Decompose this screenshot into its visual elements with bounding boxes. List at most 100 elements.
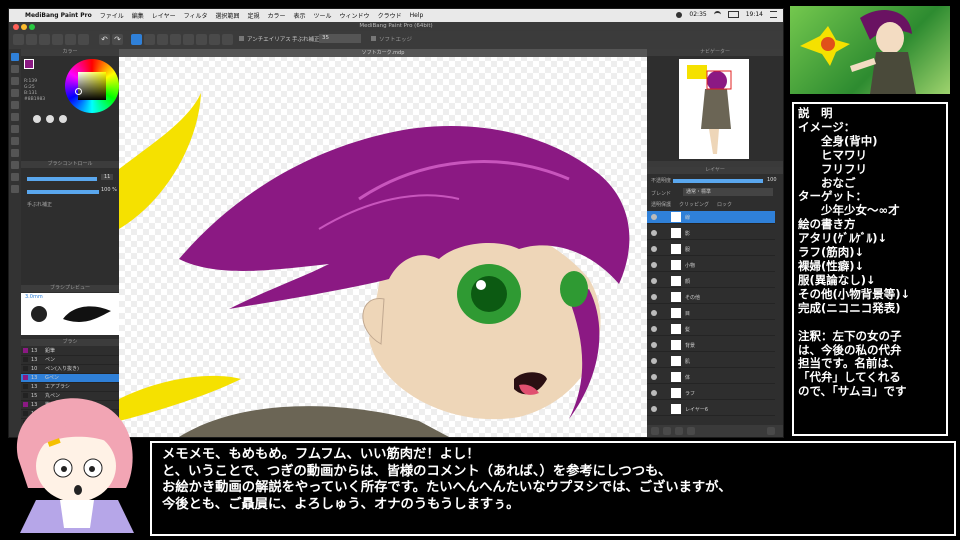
clipping-checkbox[interactable]: クリッピング [679, 201, 709, 208]
eye-icon[interactable] [651, 374, 657, 380]
layer-row[interactable]: 小物 [647, 259, 775, 272]
eye-icon[interactable] [651, 326, 657, 332]
eye-icon[interactable] [651, 390, 657, 396]
menu-edit[interactable]: 編集 [132, 11, 144, 20]
new-file-icon[interactable] [13, 34, 24, 45]
zoom-tool-icon[interactable] [11, 185, 19, 193]
invert-selection-icon[interactable] [157, 34, 168, 45]
layer-row[interactable]: 髪 [647, 323, 775, 336]
brush-size-value[interactable]: 11 [101, 174, 114, 180]
navigator-thumbnail[interactable] [679, 59, 749, 159]
menu-layer[interactable]: レイヤー [152, 11, 176, 20]
layer-opacity-slider[interactable] [673, 179, 763, 183]
eye-icon[interactable] [651, 358, 657, 364]
menu-color[interactable]: カラー [268, 11, 286, 20]
soft-edge-checkbox[interactable] [371, 36, 376, 41]
gradient-tool-icon[interactable] [11, 113, 19, 121]
hue-marker[interactable] [75, 88, 82, 95]
lock-checkbox[interactable]: ロック [717, 201, 732, 208]
brush-list-item[interactable]: 13 鉛筆 [21, 347, 119, 356]
color-history-icon[interactable] [59, 115, 67, 123]
eye-icon[interactable] [651, 278, 657, 284]
cloud-icon[interactable] [52, 34, 63, 45]
layer-row[interactable]: 目 [647, 307, 775, 320]
menu-app[interactable]: MediBang Paint Pro [25, 12, 92, 19]
layer-row[interactable]: 服 [647, 243, 775, 256]
trash-icon[interactable] [767, 427, 775, 435]
wifi-icon[interactable] [713, 11, 721, 18]
select-tool-icon[interactable] [131, 34, 142, 45]
battery-icon[interactable] [727, 11, 739, 18]
add-layer-icon[interactable] [651, 427, 659, 435]
transform-icon[interactable] [183, 34, 194, 45]
eye-icon[interactable] [651, 310, 657, 316]
add-folder-icon[interactable] [663, 427, 671, 435]
eye-icon[interactable] [651, 262, 657, 268]
brush-size-slider[interactable] [27, 177, 97, 181]
gear-icon[interactable] [209, 34, 220, 45]
duplicate-layer-icon[interactable] [675, 427, 683, 435]
layer-row[interactable]: レイヤー6 [647, 403, 775, 416]
color-palette-icon[interactable] [46, 115, 54, 123]
redo-icon[interactable]: ↷ [112, 34, 123, 45]
brush-list-item[interactable]: 13 Gペン [21, 374, 119, 383]
close-window-button[interactable] [13, 23, 19, 30]
layer-row[interactable]: その他 [647, 291, 775, 304]
menu-view[interactable]: 表示 [294, 11, 306, 20]
primary-color-swatch[interactable] [24, 59, 34, 69]
protect-alpha-checkbox[interactable]: 透明保護 [651, 201, 671, 208]
layer-row[interactable]: 顔 [647, 275, 775, 288]
menu-cloud[interactable]: クラウド [378, 11, 402, 20]
opacity-slider[interactable] [27, 190, 99, 194]
merge-layer-icon[interactable] [687, 427, 695, 435]
menu-filter[interactable]: フィルタ [184, 11, 208, 20]
eye-icon[interactable] [651, 246, 657, 252]
layer-row[interactable]: 体 [647, 371, 775, 384]
brush-list-item[interactable]: 10 ペン(入り抜き) [21, 365, 119, 374]
layer-row[interactable]: ラフ [647, 387, 775, 400]
deselect-icon[interactable] [144, 34, 155, 45]
status-icon[interactable] [676, 11, 683, 18]
eye-icon[interactable] [651, 294, 657, 300]
zoom-window-button[interactable] [29, 23, 35, 30]
menu-tool[interactable]: ツール [314, 11, 332, 20]
menu-help[interactable]: Help [410, 12, 424, 19]
snap-icon[interactable] [196, 34, 207, 45]
menu-window[interactable]: ウィンドウ [340, 11, 370, 20]
layer-row[interactable]: 背景 [647, 339, 775, 352]
dot-tool-icon[interactable] [11, 77, 19, 85]
grid-icon[interactable] [170, 34, 181, 45]
drawing-canvas[interactable] [119, 49, 647, 437]
list-icon[interactable] [770, 11, 777, 18]
open-file-icon[interactable] [26, 34, 37, 45]
minimize-window-button[interactable] [21, 23, 27, 30]
magic-wand-icon[interactable] [11, 137, 19, 145]
menu-select[interactable]: 選択範囲 [215, 11, 239, 20]
blend-select[interactable]: 通常・標準 [683, 188, 773, 196]
saturation-square[interactable] [78, 72, 106, 100]
brush-tool-icon[interactable] [11, 53, 19, 61]
hand-tool-icon[interactable] [11, 173, 19, 181]
rotate-icon[interactable] [222, 34, 233, 45]
brush-list-item[interactable]: 13 ペン [21, 356, 119, 365]
color-wheel[interactable] [65, 59, 119, 113]
fill-tool-icon[interactable] [11, 101, 19, 109]
color-mode-icon[interactable] [33, 115, 41, 123]
eraser-tool-icon[interactable] [11, 65, 19, 73]
undo-icon[interactable]: ↶ [99, 34, 110, 45]
document-tab[interactable]: ソフトカーク.mdp [119, 49, 647, 57]
eyedropper-icon[interactable] [11, 149, 19, 157]
menu-ruler[interactable]: 定規 [247, 11, 259, 20]
layer-row[interactable]: 線 [647, 211, 775, 224]
antialias-checkbox[interactable] [239, 36, 244, 41]
eye-icon[interactable] [651, 230, 657, 236]
move-tool-icon[interactable] [11, 89, 19, 97]
correction-select[interactable]: 35 [319, 34, 361, 43]
save-icon[interactable] [39, 34, 50, 45]
menu-file[interactable]: ファイル [100, 11, 124, 20]
eye-icon[interactable] [651, 342, 657, 348]
export-icon[interactable] [78, 34, 89, 45]
layer-row[interactable]: 肌 [647, 355, 775, 368]
text-tool-icon[interactable] [11, 161, 19, 169]
layer-row[interactable]: 影 [647, 227, 775, 240]
